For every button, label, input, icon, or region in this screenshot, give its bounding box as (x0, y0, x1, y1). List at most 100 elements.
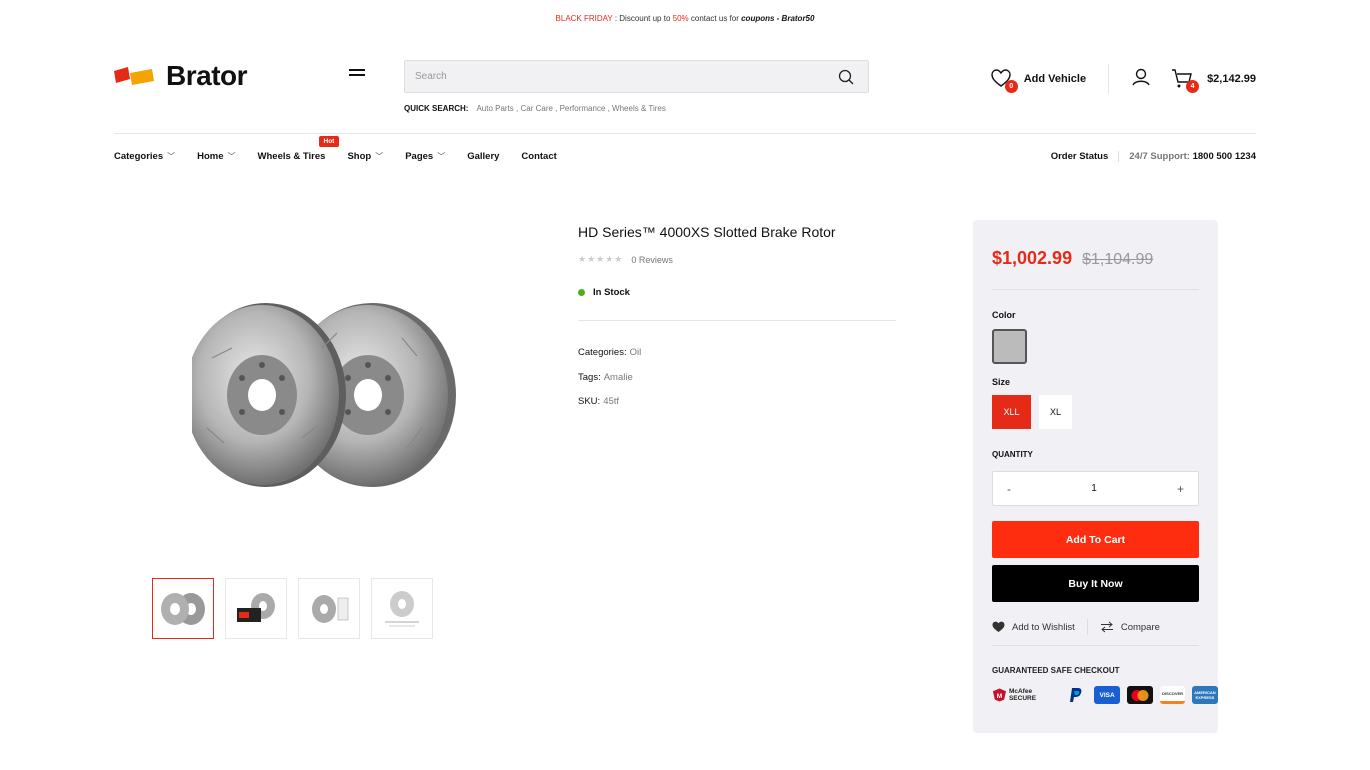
panel-divider (992, 289, 1199, 290)
search-bar (404, 60, 869, 93)
thumbnail-rotors[interactable] (152, 578, 214, 639)
quantity-decrease-button[interactable]: - (1007, 482, 1011, 496)
nav-pages[interactable]: Pages ﹀ (405, 151, 445, 162)
product-info: HD Series™ 4000XS Slotted Brake Rotor ★★… (578, 224, 896, 415)
nav-label: Pages (405, 151, 434, 162)
nav-categories[interactable]: Categories ﹀ (114, 151, 175, 162)
price-block: $1,002.99 $1,104.99 (992, 248, 1153, 269)
account-button[interactable] (1131, 67, 1151, 92)
payment-methods: M McAfee SECURE VISA DISCOVER AMERICAN E… (992, 686, 1219, 704)
meta-tags: Tags: Amalie (578, 366, 896, 391)
chevron-down-icon: ﹀ (375, 152, 384, 161)
logo[interactable]: Brator (114, 60, 248, 92)
promo-text: : Discount up to (612, 14, 673, 23)
nav-shop[interactable]: Shop ﹀ (347, 151, 383, 162)
nav-label: Shop (347, 151, 372, 162)
add-to-wishlist-button[interactable]: Add to Wishlist (992, 621, 1075, 633)
paypal-icon (1065, 686, 1087, 704)
chevron-down-icon: ﹀ (227, 152, 236, 161)
quick-search-links[interactable]: Auto Parts , Car Care , Performance , Wh… (476, 104, 665, 113)
cart-total: $2,142.99 (1207, 73, 1256, 85)
support-info: 24/7 Support: 1800 500 1234 (1129, 151, 1256, 162)
meta-label: Tags: (578, 371, 601, 383)
rotor-thumb-image (161, 592, 205, 625)
quantity-value[interactable]: 1 (1091, 483, 1097, 494)
main-nav: Categories ﹀ Home ﹀ Wheels & Tires Hot Shop… (114, 136, 1256, 162)
nav-wheels-tires[interactable]: Wheels & Tires Hot (258, 136, 340, 162)
nav-home[interactable]: Home ﹀ (197, 151, 235, 162)
heart-icon (992, 621, 1005, 632)
cart-icon-wrap: 4 (1171, 67, 1200, 93)
promo-percent: 50% (672, 14, 689, 23)
quantity-stepper: - 1 + (992, 471, 1199, 506)
visa-icon: VISA (1094, 686, 1121, 704)
thumbnail-kit[interactable] (225, 578, 287, 639)
search-icon[interactable] (838, 69, 854, 85)
thumbnail-specs[interactable] (371, 578, 433, 639)
size-option-xl[interactable]: XL (1039, 395, 1072, 429)
buy-now-button[interactable]: Buy It Now (992, 565, 1199, 602)
meta-label: Categories: (578, 347, 627, 358)
compare-button[interactable]: Compare (1100, 621, 1160, 633)
product-main-image[interactable] (192, 298, 462, 493)
actions-separator (1086, 619, 1088, 635)
meta-label: SKU: (578, 396, 601, 407)
mcafee-secure-icon: M McAfee SECURE (992, 686, 1058, 704)
size-option-xll[interactable]: XLL (992, 395, 1031, 429)
nav-support: Order Status 24/7 Support: 1800 500 1234 (1051, 151, 1256, 162)
meta-sku: SKU: 45tf (578, 390, 896, 415)
add-vehicle-button[interactable]: 0 Add Vehicle (990, 64, 1110, 94)
promo-mid: contact us for (688, 14, 742, 23)
svg-text:M: M (997, 693, 1002, 700)
color-swatch-silver[interactable] (992, 329, 1027, 364)
promo-bar: BLACK FRIDAY : Discount up to 50% contac… (0, 14, 1370, 23)
nav-label: Gallery (467, 151, 500, 162)
star-rating-icon: ★★★★★ (578, 254, 624, 264)
meta-categories: Categories: Oil (578, 341, 896, 366)
header-actions: 0 Add Vehicle 4 $2,142.99 (990, 64, 1256, 94)
cart-button[interactable]: 4 $2,142.99 (1171, 67, 1256, 93)
quick-search-label: QUICK SEARCH: (404, 104, 469, 113)
menu-toggle-button[interactable] (349, 66, 365, 80)
product-meta: Categories: Oil Tags: Amalie SKU: 45tf (578, 341, 896, 415)
original-price: $1,104.99 (1082, 251, 1154, 268)
in-stock-dot-icon (578, 289, 585, 296)
product-thumbnails (152, 578, 433, 639)
nav-gallery[interactable]: Gallery (467, 151, 499, 162)
support-phone[interactable]: 1800 500 1234 (1193, 151, 1256, 162)
vehicle-icon-wrap: 0 (990, 67, 1018, 93)
brake-kit-thumb-image (237, 592, 275, 622)
quantity-label: QUANTITY (992, 450, 1033, 459)
wishlist-label: Add to Wishlist (1012, 621, 1075, 633)
order-status-link[interactable]: Order Status (1051, 151, 1120, 162)
nav-label: Contact (521, 151, 557, 162)
sku-value: 45tf (603, 396, 620, 407)
thumbnail-diagram[interactable] (298, 578, 360, 639)
quick-search: QUICK SEARCH: Auto Parts , Car Care , Per… (404, 104, 666, 113)
diagram-thumb-image (312, 594, 349, 623)
product-rating: ★★★★★ 0 Reviews (578, 254, 896, 265)
mcafee-text: McAfee SECURE (1008, 688, 1037, 702)
nav-contact[interactable]: Contact (521, 151, 556, 162)
hot-badge: Hot (318, 136, 340, 147)
color-label: Color (992, 310, 1016, 320)
brand-logo-icon (114, 67, 154, 85)
tag-link[interactable]: Amalie (604, 372, 633, 383)
category-link[interactable]: Oil (630, 347, 642, 358)
add-to-cart-button[interactable]: Add To Cart (992, 521, 1199, 558)
search-input[interactable] (405, 61, 825, 92)
add-vehicle-label: Add Vehicle (1023, 73, 1087, 85)
header-divider (114, 133, 1256, 134)
size-label: Size (992, 377, 1011, 387)
amex-icon: AMERICAN EXPRESS (1191, 686, 1219, 704)
brand-name: Brator (166, 60, 248, 91)
purchase-panel: $1,002.99 $1,104.99 Color Size XLL XL QU… (973, 220, 1219, 733)
cart-count-badge: 4 (1186, 80, 1200, 93)
safe-checkout-label: GUARANTEED SAFE CHECKOUT (992, 666, 1120, 675)
review-count-link[interactable]: 0 Reviews (631, 255, 673, 265)
user-icon (1132, 68, 1150, 85)
discover-icon: DISCOVER (1160, 686, 1185, 704)
secondary-actions: Add to Wishlist Compare (992, 619, 1160, 635)
product-title: HD Series™ 4000XS Slotted Brake Rotor (578, 224, 836, 240)
quantity-increase-button[interactable]: + (1177, 482, 1184, 496)
